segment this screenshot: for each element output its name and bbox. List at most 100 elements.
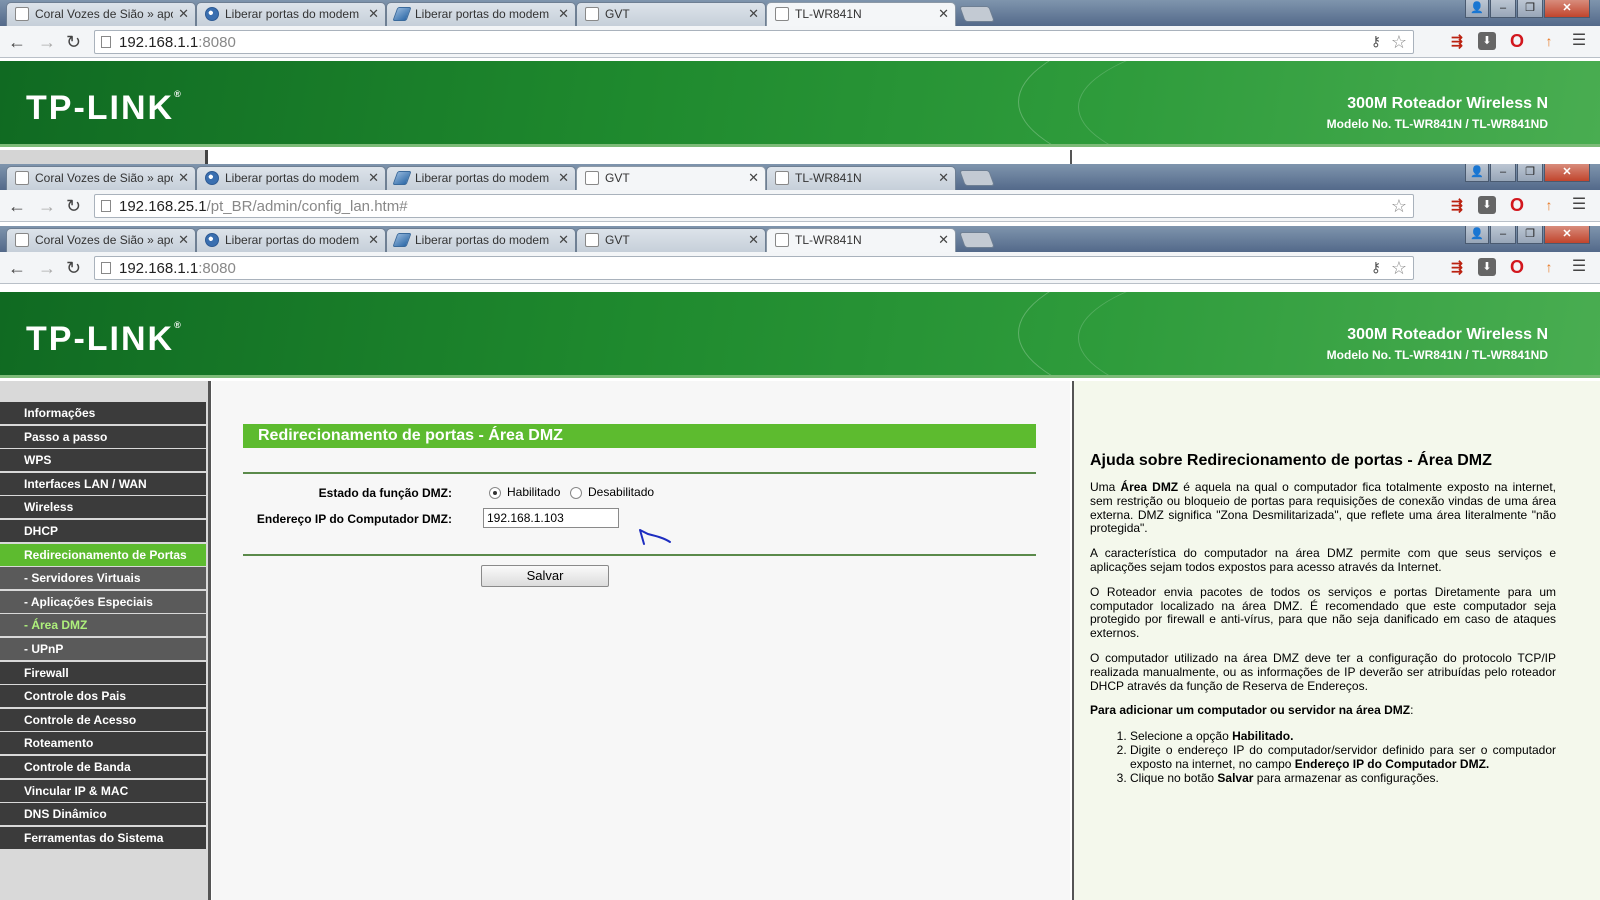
close-icon[interactable]: ✕ xyxy=(368,6,379,22)
nav-area-dmz[interactable]: - Área DMZ xyxy=(0,614,206,637)
update-icon[interactable]: ↑ xyxy=(1540,32,1558,50)
download-icon[interactable]: ⬇ xyxy=(1478,196,1496,214)
nav-controle-de-acesso[interactable]: Controle de Acesso xyxy=(0,708,206,731)
user-icon[interactable]: 👤 xyxy=(1465,226,1489,244)
nav-roteamento[interactable]: Roteamento xyxy=(0,732,206,755)
update-icon[interactable]: ↑ xyxy=(1540,196,1558,214)
opera-icon[interactable]: O xyxy=(1508,32,1526,50)
close-icon[interactable]: ✕ xyxy=(178,232,189,248)
menu-icon[interactable]: ☰ xyxy=(1570,32,1588,50)
close-icon[interactable]: ✕ xyxy=(938,170,949,186)
nav-wps[interactable]: WPS xyxy=(0,449,206,472)
close-icon[interactable]: ✕ xyxy=(938,6,949,22)
enabled-label[interactable]: Habilitado xyxy=(507,485,560,499)
minimize-button[interactable]: – xyxy=(1490,164,1516,182)
star-icon[interactable]: ☆ xyxy=(1391,258,1407,279)
maximize-button[interactable]: ❐ xyxy=(1517,164,1543,182)
dmz-ip-input[interactable]: 192.168.1.103 xyxy=(483,508,619,528)
save-button[interactable]: Salvar xyxy=(481,565,609,587)
tab-gvt[interactable]: GVT ✕ xyxy=(576,166,766,190)
tab-liberar-1[interactable]: Liberar portas do modem ✕ xyxy=(196,2,386,26)
tab-liberar-1[interactable]: Liberar portas do modem ✕ xyxy=(196,228,386,252)
close-icon[interactable]: ✕ xyxy=(178,170,189,186)
opera-icon[interactable]: O xyxy=(1508,196,1526,214)
forward-icon[interactable]: → xyxy=(38,195,56,217)
address-bar[interactable]: 192.168.1.1:8080 ⚷ ☆ xyxy=(94,30,1414,54)
close-window-button[interactable]: ✕ xyxy=(1544,0,1590,18)
tab-liberar-1[interactable]: Liberar portas do modem ✕ xyxy=(196,166,386,190)
nav-upnp[interactable]: - UPnP xyxy=(0,637,206,660)
nav-interfaces-lan-wan[interactable]: Interfaces LAN / WAN xyxy=(0,472,206,495)
minimize-button[interactable]: – xyxy=(1490,0,1516,18)
menu-icon[interactable]: ☰ xyxy=(1570,196,1588,214)
star-icon[interactable]: ☆ xyxy=(1391,196,1407,217)
close-icon[interactable]: ✕ xyxy=(748,6,759,22)
key-icon[interactable]: ⚷ xyxy=(1371,259,1381,276)
user-icon[interactable]: 👤 xyxy=(1465,0,1489,18)
tab-liberar-2[interactable]: Liberar portas do modem ✕ xyxy=(386,228,576,252)
tab-liberar-2[interactable]: Liberar portas do modem ✕ xyxy=(386,166,576,190)
nav-aplicacoes-especiais[interactable]: - Aplicações Especiais xyxy=(0,590,206,613)
star-icon[interactable]: ☆ xyxy=(1391,32,1407,53)
enabled-radio[interactable] xyxy=(489,487,501,499)
nav-ferramentas-do-sistema[interactable]: Ferramentas do Sistema xyxy=(0,826,206,849)
nav-passo-a-passo[interactable]: Passo a passo xyxy=(0,425,206,448)
tab-gvt[interactable]: GVT ✕ xyxy=(576,228,766,252)
close-icon[interactable]: ✕ xyxy=(748,170,759,186)
nav-dhcp[interactable]: DHCP xyxy=(0,519,206,542)
new-tab-button[interactable] xyxy=(959,6,995,22)
nav-dns-dinamico[interactable]: DNS Dinâmico xyxy=(0,803,206,826)
tab-tlwr841n[interactable]: TL-WR841N ✕ xyxy=(766,228,956,252)
back-icon[interactable]: ← xyxy=(8,31,26,53)
tab-tlwr841n[interactable]: TL-WR841N ✕ xyxy=(766,2,956,26)
reload-icon[interactable]: ↻ xyxy=(66,31,81,53)
close-icon[interactable]: ✕ xyxy=(178,6,189,22)
back-icon[interactable]: ← xyxy=(8,195,26,217)
close-window-button[interactable]: ✕ xyxy=(1544,164,1590,182)
download-icon[interactable]: ⬇ xyxy=(1478,32,1496,50)
forward-icon[interactable]: → xyxy=(38,257,56,279)
back-icon[interactable]: ← xyxy=(8,257,26,279)
tab-coral[interactable]: Coral Vozes de Sião » apo ✕ xyxy=(6,2,196,26)
close-window-button[interactable]: ✕ xyxy=(1544,226,1590,244)
opera-icon[interactable]: O xyxy=(1508,258,1526,276)
maximize-button[interactable]: ❐ xyxy=(1517,0,1543,18)
nav-firewall[interactable]: Firewall xyxy=(0,661,206,684)
update-icon[interactable]: ↑ xyxy=(1540,258,1558,276)
new-tab-button[interactable] xyxy=(959,170,995,186)
tab-coral[interactable]: Coral Vozes de Sião » apo ✕ xyxy=(6,228,196,252)
close-icon[interactable]: ✕ xyxy=(558,6,569,22)
tab-coral[interactable]: Coral Vozes de Sião » apo ✕ xyxy=(6,166,196,190)
menu-icon[interactable]: ☰ xyxy=(1570,258,1588,276)
key-icon[interactable]: ⚷ xyxy=(1371,33,1381,50)
nav-controle-dos-pais[interactable]: Controle dos Pais xyxy=(0,685,206,708)
close-icon[interactable]: ✕ xyxy=(368,232,379,248)
nav-servidores-virtuais[interactable]: - Servidores Virtuais xyxy=(0,567,206,590)
disabled-radio[interactable] xyxy=(570,487,582,499)
nav-redirecionamento-de-portas[interactable]: Redirecionamento de Portas xyxy=(0,543,206,566)
user-icon[interactable]: 👤 xyxy=(1465,164,1489,182)
reload-icon[interactable]: ↻ xyxy=(66,195,81,217)
address-bar[interactable]: 192.168.1.1:8080 ⚷ ☆ xyxy=(94,256,1414,280)
minimize-button[interactable]: – xyxy=(1490,226,1516,244)
maximize-button[interactable]: ❐ xyxy=(1517,226,1543,244)
nav-vincular-ip-mac[interactable]: Vincular IP & MAC xyxy=(0,779,206,802)
nav-informacoes[interactable]: Informações xyxy=(0,402,206,424)
close-icon[interactable]: ✕ xyxy=(558,170,569,186)
address-bar[interactable]: 192.168.25.1/pt_BR/admin/config_lan.htm#… xyxy=(94,194,1414,218)
extension-icon[interactable]: ⇶ xyxy=(1448,258,1466,276)
extension-icon[interactable]: ⇶ xyxy=(1448,32,1466,50)
nav-controle-de-banda[interactable]: Controle de Banda xyxy=(0,755,206,778)
nav-wireless[interactable]: Wireless xyxy=(0,496,206,519)
download-icon[interactable]: ⬇ xyxy=(1478,258,1496,276)
tab-tlwr841n[interactable]: TL-WR841N ✕ xyxy=(766,166,956,190)
forward-icon[interactable]: → xyxy=(38,31,56,53)
new-tab-button[interactable] xyxy=(959,232,995,248)
close-icon[interactable]: ✕ xyxy=(368,170,379,186)
disabled-label[interactable]: Desabilitado xyxy=(588,485,654,499)
reload-icon[interactable]: ↻ xyxy=(66,257,81,279)
close-icon[interactable]: ✕ xyxy=(558,232,569,248)
tab-gvt[interactable]: GVT ✕ xyxy=(576,2,766,26)
extension-icon[interactable]: ⇶ xyxy=(1448,196,1466,214)
tab-liberar-2[interactable]: Liberar portas do modem ✕ xyxy=(386,2,576,26)
